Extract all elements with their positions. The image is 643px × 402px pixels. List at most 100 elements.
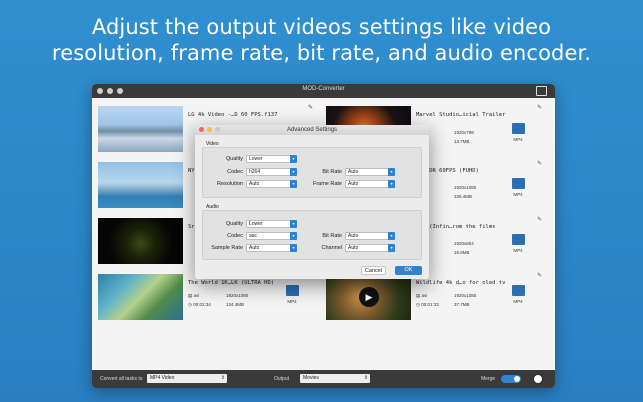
- video-format-icon: [511, 285, 525, 296]
- task-title: Marvel Studio…icial Trailer: [416, 112, 506, 118]
- video-resolution-label: Resolution: [217, 181, 243, 187]
- edit-icon[interactable]: ✎: [537, 273, 543, 279]
- video-bitrate-value: Auto: [348, 169, 359, 175]
- cancel-button[interactable]: Cancel: [361, 266, 386, 275]
- task-format-value: avi: [421, 293, 428, 298]
- bottom-toolbar: Convert all tasks to MP4 Video ⇕ Output …: [92, 370, 555, 388]
- video-codec-value: h264: [249, 169, 261, 175]
- chevron-down-icon: ⇕: [363, 375, 368, 381]
- chevron-down-icon: ▾: [290, 232, 297, 240]
- chevron-down-icon: ▾: [290, 155, 297, 163]
- task-size: 13.7MB: [454, 139, 470, 144]
- headline-line-1: Adjust the output videos settings like v…: [91, 15, 552, 39]
- task-resolution: 1920x1080: [454, 293, 477, 298]
- chevron-down-icon: ⇕: [220, 375, 225, 381]
- output-format[interactable]: MP4: [511, 285, 525, 305]
- task-resolution: 1920x798: [454, 130, 474, 135]
- edit-icon[interactable]: ✎: [537, 105, 543, 111]
- ok-button[interactable]: OK: [395, 266, 422, 275]
- task-size: 16.6MB: [454, 250, 470, 255]
- video-framerate-label: Frame Rate: [312, 181, 342, 187]
- audio-codec-value: aac: [249, 233, 258, 239]
- chevron-down-icon: ▾: [290, 244, 297, 252]
- convert-all-select[interactable]: MP4 Video ⇕: [147, 374, 227, 383]
- task-resolution: 1920x1080: [454, 185, 477, 190]
- video-format-icon: [511, 234, 525, 245]
- audio-samplerate-label: Sample Rate: [211, 245, 243, 251]
- play-icon[interactable]: ▶: [359, 287, 379, 307]
- output-format[interactable]: MP4: [285, 285, 299, 305]
- video-framerate-select[interactable]: Auto ▾: [345, 180, 395, 188]
- audio-quality-label: Quality: [225, 221, 243, 227]
- video-bitrate-label: Bit Rate: [322, 169, 342, 175]
- audio-channel-select[interactable]: Auto ▾: [345, 244, 395, 252]
- audio-samplerate-select[interactable]: Auto ▾: [246, 244, 297, 252]
- headline: Adjust the output videos settings like v…: [0, 14, 643, 66]
- task-format: ▤ avi: [416, 293, 428, 298]
- task-size: 134.4MB: [226, 302, 245, 307]
- output-format-label: MP4: [513, 299, 523, 304]
- video-resolution-select[interactable]: Auto ▾: [246, 180, 297, 188]
- edit-icon[interactable]: ✎: [308, 105, 314, 111]
- task-resolution: 1920x1080: [226, 293, 249, 298]
- audio-bitrate-label: Bit Rate: [322, 233, 342, 239]
- audio-bitrate-value: Auto: [348, 233, 359, 239]
- task-title: Sr: [188, 224, 195, 230]
- video-thumbnail: [98, 274, 183, 320]
- output-format-label: MP4: [513, 248, 523, 253]
- chevron-down-icon: ▾: [388, 232, 395, 240]
- convert-all-label: Convert all tasks to: [100, 376, 143, 382]
- video-format-icon: [511, 123, 525, 134]
- audio-quality-select[interactable]: Lower ▾: [246, 220, 297, 228]
- audio-samplerate-value: Auto: [249, 245, 260, 251]
- output-select[interactable]: Movies ⇕: [300, 374, 370, 383]
- output-format-label: MP4: [513, 137, 523, 142]
- window-title: MOD-Converter: [302, 86, 345, 92]
- video-resolution-value: Auto: [249, 181, 260, 187]
- output-format[interactable]: MP4: [511, 234, 525, 254]
- audio-bitrate-select[interactable]: Auto ▾: [345, 232, 395, 240]
- video-format-icon: [511, 178, 525, 189]
- video-quality-select[interactable]: Lower ▾: [246, 155, 297, 163]
- task-title: Wildlife 4k d…o for oled tv: [416, 280, 506, 286]
- video-thumbnail: [98, 106, 183, 152]
- output-format-label: MP4: [287, 299, 297, 304]
- task-duration-value: 00:01:33: [421, 302, 439, 307]
- export-icon[interactable]: [536, 86, 547, 96]
- video-thumbnail: [98, 162, 183, 208]
- advanced-settings-dialog: Advanced Settings Video Quality Lower ▾ C…: [195, 125, 429, 279]
- convert-all-button[interactable]: [532, 373, 544, 385]
- window-titlebar: MOD-Converter: [92, 84, 555, 98]
- video-codec-label: Codec: [227, 169, 243, 175]
- audio-channel-value: Auto: [348, 245, 359, 251]
- chevron-down-icon: ▾: [388, 168, 395, 176]
- output-label: Output: [274, 376, 290, 382]
- video-codec-select[interactable]: h264 ▾: [246, 168, 297, 176]
- task-duration-value: 00:02:34: [193, 302, 211, 307]
- chevron-down-icon: ▾: [290, 220, 297, 228]
- chevron-down-icon: ▾: [388, 180, 395, 188]
- edit-icon[interactable]: ✎: [537, 217, 543, 223]
- chevron-down-icon: ▾: [290, 180, 297, 188]
- audio-codec-select[interactable]: aac ▾: [246, 232, 297, 240]
- output-format[interactable]: MP4: [511, 123, 525, 143]
- edit-icon[interactable]: ✎: [537, 161, 543, 167]
- task-size: 335.4MB: [454, 194, 473, 199]
- headline-line-2: resolution, frame rate, bit rate, and au…: [51, 41, 592, 65]
- video-quality-label: Quality: [225, 156, 243, 162]
- audio-channel-label: Channel: [321, 245, 343, 251]
- output-format[interactable]: MP4: [511, 178, 525, 198]
- dialog-titlebar: Advanced Settings: [195, 125, 429, 135]
- video-format-icon: [285, 285, 299, 296]
- video-thumbnail: [98, 218, 183, 264]
- video-quality-value: Lower: [249, 156, 263, 162]
- task-format: ▤ avi: [188, 293, 200, 298]
- video-bitrate-select[interactable]: Auto ▾: [345, 168, 395, 176]
- convert-all-value: MP4 Video: [150, 375, 175, 381]
- output-value: Movies: [303, 375, 319, 381]
- chevron-down-icon: ▾: [290, 168, 297, 176]
- dialog-title: Advanced Settings: [286, 127, 338, 133]
- task-duration: ◷ 00:02:34: [188, 302, 211, 307]
- merge-toggle[interactable]: [501, 375, 521, 383]
- video-thumbnail: ▶: [326, 274, 411, 320]
